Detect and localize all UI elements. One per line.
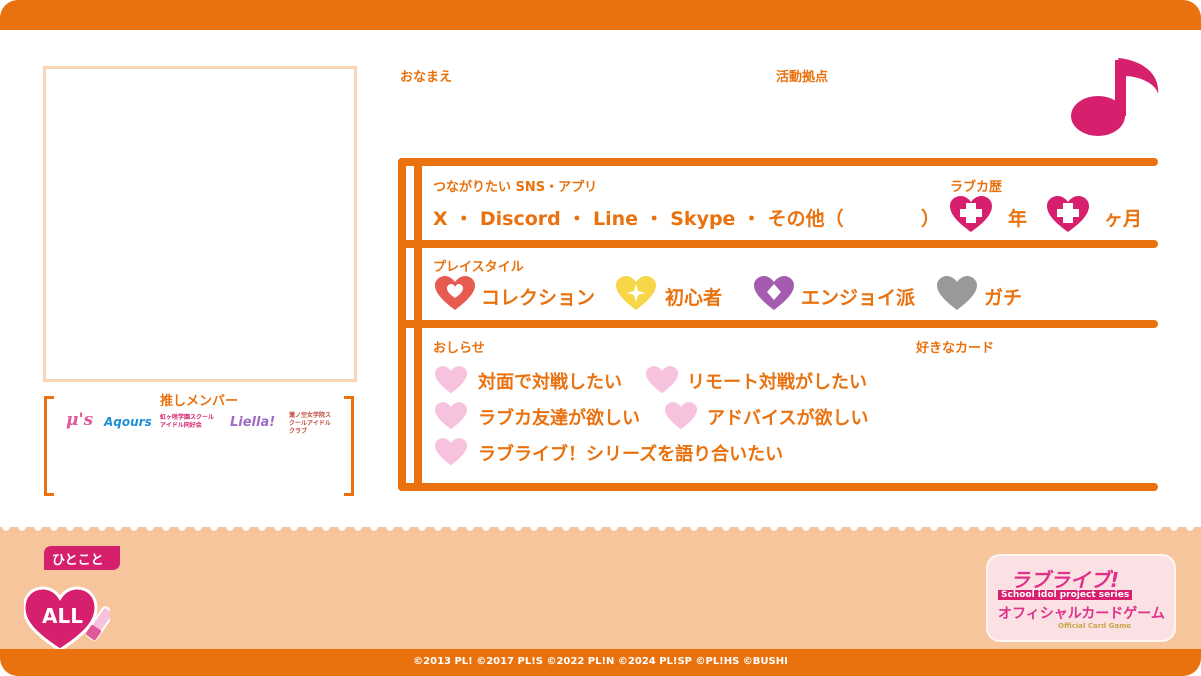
month-unit: ヶ月 [1104,208,1143,230]
year-unit: 年 [1008,208,1028,230]
name-label: おなまえ [400,70,453,85]
brand-subtitle: School idol project series [998,590,1133,600]
playstyle-label: プレイスタイル [433,260,524,275]
wish-talk-series[interactable]: ラブライブ！シリーズを語り合いたい [478,440,783,466]
month-heart-icon[interactable] [1047,196,1089,234]
wish-remote[interactable]: リモート対戦がしたい [687,368,867,394]
group-logo-aqours[interactable]: Aqours [104,415,152,429]
frame-line-3 [398,320,1158,328]
oshi-label: 推しメンバー [160,394,239,409]
brand-logo: ラブライブ! School idol project series オフィシャル… [986,548,1176,642]
photo-frame[interactable] [43,66,357,382]
playstyle-collection[interactable]: コレクション [481,283,595,310]
year-heart-icon[interactable] [950,196,992,234]
wish-face-to-face[interactable]: 対面で対戦したい [478,368,622,394]
music-note-icon [1071,58,1159,136]
playstyle-beginner[interactable]: 初心者 [665,283,722,310]
playstyle-serious[interactable]: ガチ [984,283,1022,310]
copyright-text: ©2013 PL! ©2017 PL!S ©2022 PL!N ©2024 PL… [413,656,788,667]
wish-heart-icon-4[interactable] [665,402,697,431]
beginner-heart-icon[interactable] [616,276,656,312]
enjoy-heart-icon[interactable] [754,276,794,312]
career-label: ラブカ歴 [950,180,1003,195]
sns-other-close: ） [921,208,941,230]
frame-line-4 [398,483,1158,491]
group-logo-muse[interactable]: μ's [66,410,93,430]
all-badge-text: ALL [42,604,83,628]
frame-line-2 [398,240,1158,248]
collection-heart-icon[interactable] [435,276,475,312]
oshi-bracket-left [44,396,54,496]
group-logo-liella[interactable]: Liella! [230,415,275,430]
group-logo-hasunosora[interactable]: 蓮ノ空女学院スクールアイドルクラブ [289,412,335,436]
brand-name: オフィシャルカードゲーム [998,606,1165,622]
wish-heart-icon-5[interactable] [435,438,467,467]
wish-heart-icon-3[interactable] [435,402,467,431]
favorite-card-label: 好きなカード [916,341,995,356]
brand-tag: Official Card Game [1058,622,1132,630]
wish-heart-icon-1[interactable] [435,366,467,395]
sns-options[interactable]: X ・ Discord ・ Line ・ Skype ・ その他（ [433,204,844,231]
wish-heart-icon-2[interactable] [646,366,678,395]
base-label: 活動拠点 [776,70,829,85]
group-logo-nijigasaki[interactable]: 虹ヶ咲学園スクールアイドル同好会 [160,414,218,430]
oshi-bracket-right [344,396,354,496]
perforation-edge [0,521,1201,533]
hitokoto-label: ひとこと [52,553,104,568]
frame-line-1 [398,158,1158,166]
serious-heart-icon[interactable] [937,276,977,312]
playstyle-enjoy[interactable]: エンジョイ派 [801,283,915,310]
brand-title: ラブライブ! [1010,568,1120,592]
wish-advice[interactable]: アドバイスが欲しい [707,404,868,430]
wish-friends[interactable]: ラブカ友達が欲しい [478,404,640,430]
sns-label: つながりたい SNS・アプリ [433,180,598,195]
top-band [0,0,1201,30]
notice-label: おしらせ [433,341,485,356]
